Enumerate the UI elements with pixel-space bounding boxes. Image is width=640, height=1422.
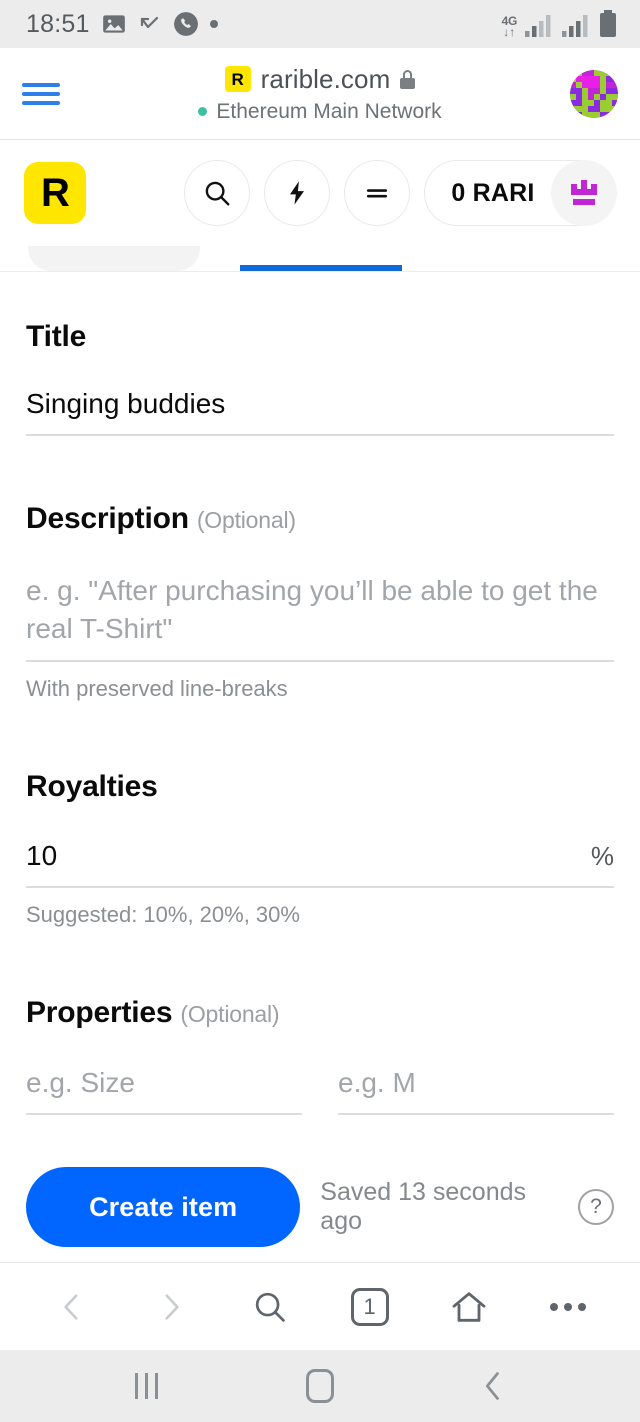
back-button[interactable]	[34, 1269, 110, 1345]
rarible-logo[interactable]: R	[24, 162, 86, 224]
royalties-hint: Suggested: 10%, 20%, 30%	[26, 901, 300, 927]
properties-label: Properties (Optional)	[26, 996, 614, 1030]
property-value-line[interactable]: e.g. M	[338, 1064, 614, 1116]
dot-icon	[209, 20, 218, 28]
search-button[interactable]	[184, 160, 251, 226]
user-avatar[interactable]	[570, 69, 618, 118]
royalties-row: 10 %	[26, 840, 614, 886]
property-key-input[interactable]: e.g. Size	[26, 1064, 302, 1114]
rari-token-badge[interactable]	[550, 160, 617, 226]
network-status-row: Ethereum Main Network	[198, 99, 442, 124]
description-section: Description (Optional) e. g. "After purch…	[26, 436, 614, 702]
signal-bars-1	[525, 15, 551, 37]
create-item-button[interactable]: Create item	[26, 1167, 301, 1248]
properties-section: Properties (Optional) e.g. Size e.g. M	[26, 928, 614, 1116]
browser-more-button[interactable]	[530, 1269, 606, 1345]
create-item-form: Title Singing buddies Description (Option…	[0, 272, 640, 1262]
property-value-input[interactable]: e.g. M	[338, 1064, 614, 1114]
tab-inactive[interactable]	[28, 246, 200, 271]
android-nav-bar	[0, 1350, 640, 1422]
activity-button[interactable]	[264, 160, 331, 226]
royalties-section: Royalties 10 % Suggested: 10%, 20%, 30%	[26, 702, 614, 928]
tab-switcher-button[interactable]: 1	[332, 1269, 408, 1345]
forward-button[interactable]	[133, 1269, 209, 1345]
battery-icon	[600, 10, 616, 37]
home-icon	[452, 1291, 486, 1322]
browser-home-button[interactable]	[431, 1269, 507, 1345]
lock-icon	[400, 69, 416, 89]
missed-call-icon	[140, 16, 158, 29]
title-label: Title	[26, 320, 87, 353]
equals-lines-icon	[367, 189, 388, 198]
tab-count-icon: 1	[350, 1287, 389, 1326]
rari-balance-button[interactable]: 0 RARI	[424, 160, 617, 226]
network-status-label: Ethereum Main Network	[216, 99, 442, 123]
browser-bottom-bar: 1	[0, 1262, 640, 1350]
chevron-left-icon	[64, 1293, 78, 1320]
royalties-input-wrapper[interactable]: 10 %	[26, 840, 614, 888]
title-section: Title Singing buddies	[26, 272, 614, 436]
phone-icon	[173, 12, 198, 36]
title-input-wrapper[interactable]: Singing buddies	[26, 388, 614, 436]
description-label-text: Description	[26, 502, 189, 535]
properties-optional-tag: (Optional)	[180, 1000, 280, 1027]
properties-row: e.g. Size e.g. M	[26, 1064, 614, 1116]
phone-screen: 18:51 4G ↓↑ R rarible.com Ethereum Main …	[0, 0, 640, 1422]
network-type-icon: 4G ↓↑	[501, 14, 518, 39]
search-icon	[206, 181, 230, 206]
search-icon	[256, 1292, 286, 1322]
tab-active[interactable]	[240, 246, 402, 271]
signal-bars-2	[562, 15, 588, 37]
home-square-icon	[305, 1369, 334, 1403]
property-value-wrapper: e.g. M	[338, 1064, 614, 1116]
android-recents-button[interactable]	[107, 1356, 187, 1416]
chevron-right-icon	[165, 1293, 179, 1320]
saved-status-label: Saved 13 seconds ago	[320, 1178, 526, 1236]
url-row[interactable]: R rarible.com	[224, 64, 416, 95]
description-label: Description (Optional)	[26, 502, 614, 536]
android-back-button[interactable]	[453, 1356, 533, 1416]
browser-search-button[interactable]	[232, 1269, 308, 1345]
rari-balance-label: 0 RARI	[451, 178, 535, 207]
property-key-wrapper: e.g. Size	[26, 1064, 302, 1116]
rarible-app-header: R 0 RARI	[0, 140, 640, 246]
description-input[interactable]: e. g. "After purchasing you’ll be able t…	[26, 572, 614, 660]
rari-crown-icon	[570, 180, 597, 205]
rarible-logo-letter: R	[41, 171, 70, 215]
url-text[interactable]: rarible.com	[261, 64, 391, 95]
property-key-line[interactable]: e.g. Size	[26, 1064, 302, 1116]
form-actions: Create item Saved 13 seconds ago ?	[26, 1115, 614, 1248]
help-icon[interactable]: ?	[578, 1189, 614, 1226]
status-bar-clock: 18:51	[26, 9, 90, 38]
browser-url-bar: R rarible.com Ethereum Main Network	[0, 48, 640, 140]
android-home-button[interactable]	[280, 1356, 360, 1416]
more-horizontal-icon	[550, 1302, 587, 1311]
lightning-bolt-icon	[290, 181, 305, 205]
hamburger-menu-icon[interactable]	[22, 82, 60, 105]
description-input-wrapper[interactable]: e. g. "After purchasing you’ll be able t…	[26, 572, 614, 662]
royalties-label: Royalties	[26, 769, 158, 803]
description-hint: With preserved line-breaks	[26, 675, 288, 701]
status-bar-right: 4G ↓↑	[502, 10, 618, 38]
filter-button[interactable]	[344, 160, 411, 226]
recents-icon	[135, 1373, 159, 1399]
url-center-block: R rarible.com Ethereum Main Network	[0, 64, 640, 124]
android-status-bar: 18:51 4G ↓↑	[0, 0, 640, 48]
tab-strip	[0, 246, 640, 272]
status-bar-left: 18:51	[26, 10, 218, 39]
rarible-favicon: R	[224, 66, 251, 92]
royalties-percent-symbol: %	[590, 840, 614, 871]
properties-label-text: Properties	[26, 995, 173, 1029]
back-chevron-icon	[486, 1372, 500, 1400]
image-icon	[102, 15, 125, 33]
title-input[interactable]: Singing buddies	[26, 388, 614, 434]
network-status-dot-icon	[198, 107, 208, 116]
royalties-input[interactable]: 10	[26, 840, 57, 886]
avatar-identicon-icon	[570, 69, 618, 118]
description-optional-tag: (Optional)	[196, 507, 296, 533]
header-actions: 0 RARI	[184, 160, 617, 226]
